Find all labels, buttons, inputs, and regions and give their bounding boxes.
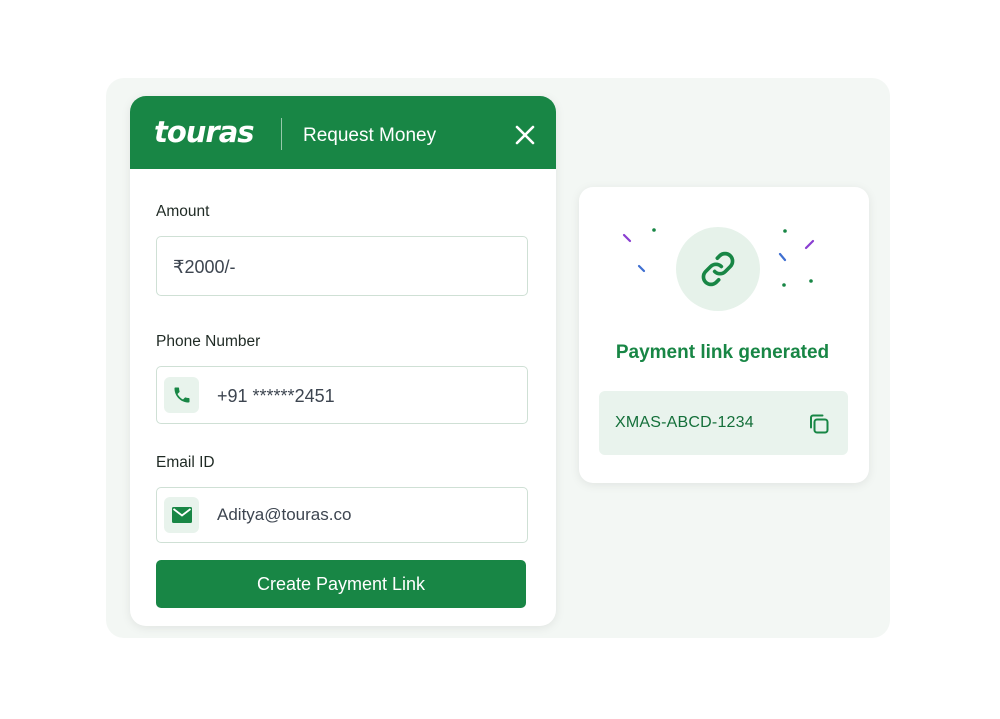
phone-icon bbox=[164, 377, 199, 413]
phone-field[interactable] bbox=[156, 366, 528, 424]
email-input[interactable] bbox=[217, 504, 507, 526]
copy-icon[interactable] bbox=[806, 411, 832, 437]
dialog-title: Request Money bbox=[303, 125, 437, 146]
email-field[interactable] bbox=[156, 487, 528, 543]
payment-link-heading: Payment link generated bbox=[615, 342, 830, 363]
request-money-dialog: touras Request Money Amount Phone Number… bbox=[130, 96, 556, 626]
amount-field[interactable] bbox=[156, 236, 528, 296]
email-label: Email ID bbox=[156, 454, 215, 471]
payment-code-box: XMAS-ABCD-1234 bbox=[599, 391, 848, 455]
brand-logo: touras bbox=[154, 115, 255, 149]
header-divider bbox=[281, 118, 282, 150]
payment-link-card: Payment link generated XMAS-ABCD-1234 bbox=[579, 187, 869, 483]
link-icon bbox=[676, 227, 760, 311]
close-icon[interactable] bbox=[514, 124, 536, 146]
amount-label: Amount bbox=[156, 203, 210, 220]
amount-input[interactable] bbox=[173, 255, 503, 279]
phone-input[interactable] bbox=[217, 384, 507, 408]
dialog-header: touras Request Money bbox=[130, 96, 556, 169]
mail-icon bbox=[164, 497, 199, 533]
create-payment-link-button[interactable]: Create Payment Link bbox=[156, 560, 526, 608]
payment-code: XMAS-ABCD-1234 bbox=[615, 414, 754, 431]
phone-label: Phone Number bbox=[156, 333, 261, 350]
